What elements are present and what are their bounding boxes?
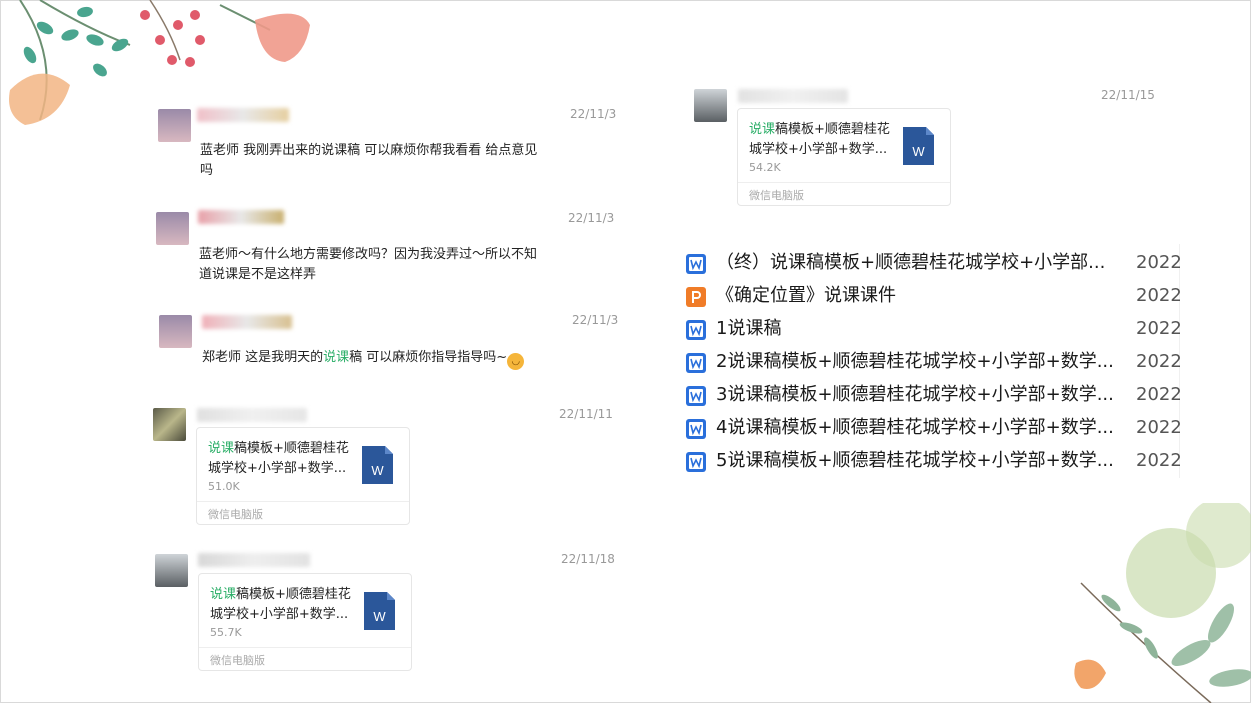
file-name: 2说课稿模板+顺德碧桂花城学校+小学部+数学... (716, 351, 1114, 372)
message-text[interactable]: 蓝老师～有什么地方需要修改吗？因为我没弄过～所以不知道说课是不是这样弄 (199, 245, 544, 285)
divider (197, 501, 409, 502)
file-card[interactable]: 说课稿模板+顺德碧桂花城学校+小学部+数学... 55.7K 微信电脑版 W (198, 573, 412, 671)
file-date: 2022 (1136, 318, 1180, 339)
avatar[interactable] (158, 109, 191, 142)
file-row[interactable]: 《确定位置》说课课件 2022 (680, 281, 1180, 311)
message-time: 22/11/18 (561, 552, 615, 566)
word-icon (686, 419, 706, 439)
svg-text:W: W (912, 144, 925, 159)
word-document-icon: W (903, 127, 934, 165)
avatar[interactable] (694, 89, 727, 122)
highlighted-keyword: 说课 (208, 441, 235, 456)
word-icon (686, 254, 706, 274)
word-document-icon: W (364, 592, 395, 630)
file-name: 3说课稿模板+顺德碧桂花城学校+小学部+数学... (716, 384, 1114, 405)
file-list: （终）说课稿模板+顺德碧桂花城学校+小学部... 2022 《确定位置》说课课件… (680, 244, 1180, 478)
file-card[interactable]: 说课稿模板+顺德碧桂花城学校+小学部+数学... 54.2K 微信电脑版 W (737, 108, 951, 206)
file-name: 《确定位置》说课课件 (716, 285, 896, 306)
floral-decoration-bottom-right (1074, 503, 1251, 703)
highlighted-keyword: 说课 (323, 350, 350, 365)
file-size: 51.0K (208, 480, 240, 493)
file-row[interactable]: 2说课稿模板+顺德碧桂花城学校+小学部+数学... 2022 (680, 347, 1180, 377)
file-name: 说课稿模板+顺德碧桂花城学校+小学部+数学... (210, 585, 360, 625)
file-source: 微信电脑版 (749, 189, 804, 202)
avatar[interactable] (159, 315, 192, 348)
message-time: 22/11/3 (570, 107, 617, 121)
highlighted-keyword: 说课 (749, 122, 776, 137)
divider (738, 182, 950, 183)
sender-name-blurred (198, 553, 310, 567)
message-text-post: 稿 可以麻烦你指导指导吗~ (349, 350, 508, 365)
message-time: 22/11/11 (559, 407, 613, 421)
word-icon (686, 386, 706, 406)
file-size: 54.2K (749, 161, 781, 174)
file-name: 说课稿模板+顺德碧桂花城学校+小学部+数学... (749, 120, 899, 160)
file-row[interactable]: 5说课稿模板+顺德碧桂花城学校+小学部+数学... 2022 (680, 446, 1180, 476)
file-size: 55.7K (210, 626, 242, 639)
svg-text:W: W (371, 463, 384, 478)
sender-name-blurred (202, 315, 292, 329)
file-name: 5说课稿模板+顺德碧桂花城学校+小学部+数学... (716, 450, 1114, 471)
message-text[interactable]: 蓝老师 我刚弄出来的说课稿 可以麻烦你帮我看看 给点意见吗 (200, 141, 545, 181)
svg-text:W: W (373, 609, 386, 624)
file-name: （终）说课稿模板+顺德碧桂花城学校+小学部... (716, 252, 1106, 273)
file-row[interactable]: 3说课稿模板+顺德碧桂花城学校+小学部+数学... 2022 (680, 380, 1180, 410)
word-icon (686, 320, 706, 340)
file-name: 说课稿模板+顺德碧桂花城学校+小学部+数学... (208, 439, 358, 479)
word-icon (686, 452, 706, 472)
file-source: 微信电脑版 (208, 508, 263, 521)
file-row[interactable]: 4说课稿模板+顺德碧桂花城学校+小学部+数学... 2022 (680, 413, 1180, 443)
sender-name-blurred (197, 108, 289, 122)
word-icon (686, 353, 706, 373)
file-date: 2022 (1136, 417, 1180, 438)
face-emoji-icon: ◡ (507, 353, 525, 370)
ppt-icon (686, 287, 706, 307)
file-row[interactable]: （终）说课稿模板+顺德碧桂花城学校+小学部... 2022 (680, 248, 1180, 278)
file-row[interactable]: 1说课稿 2022 (680, 314, 1180, 344)
message-text[interactable]: 郑老师 这是我明天的说课稿 可以麻烦你指导指导吗~ ◡ (202, 348, 562, 370)
sender-name-blurred (198, 210, 284, 224)
file-date: 2022 (1136, 252, 1180, 273)
message-text-pre: 郑老师 这是我明天的 (202, 350, 324, 365)
file-date: 2022 (1136, 450, 1180, 471)
message-time: 22/11/3 (572, 313, 619, 327)
file-source: 微信电脑版 (210, 654, 265, 667)
sender-name-blurred (197, 408, 307, 422)
file-date: 2022 (1136, 351, 1180, 372)
message-time: 22/11/3 (568, 211, 615, 225)
file-card[interactable]: 说课稿模板+顺德碧桂花城学校+小学部+数学... 51.0K 微信电脑版 W (196, 427, 410, 525)
highlighted-keyword: 说课 (210, 587, 237, 602)
word-document-icon: W (362, 446, 393, 484)
avatar[interactable] (153, 408, 186, 441)
file-name: 4说课稿模板+顺德碧桂花城学校+小学部+数学... (716, 417, 1114, 438)
avatar[interactable] (155, 554, 188, 587)
message-time: 22/11/15 (1101, 88, 1155, 102)
file-date: 2022 (1136, 285, 1180, 306)
file-name: 1说课稿 (716, 318, 782, 339)
sender-name-blurred (738, 89, 848, 103)
file-date: 2022 (1136, 384, 1180, 405)
avatar[interactable] (156, 212, 189, 245)
divider (199, 647, 411, 648)
